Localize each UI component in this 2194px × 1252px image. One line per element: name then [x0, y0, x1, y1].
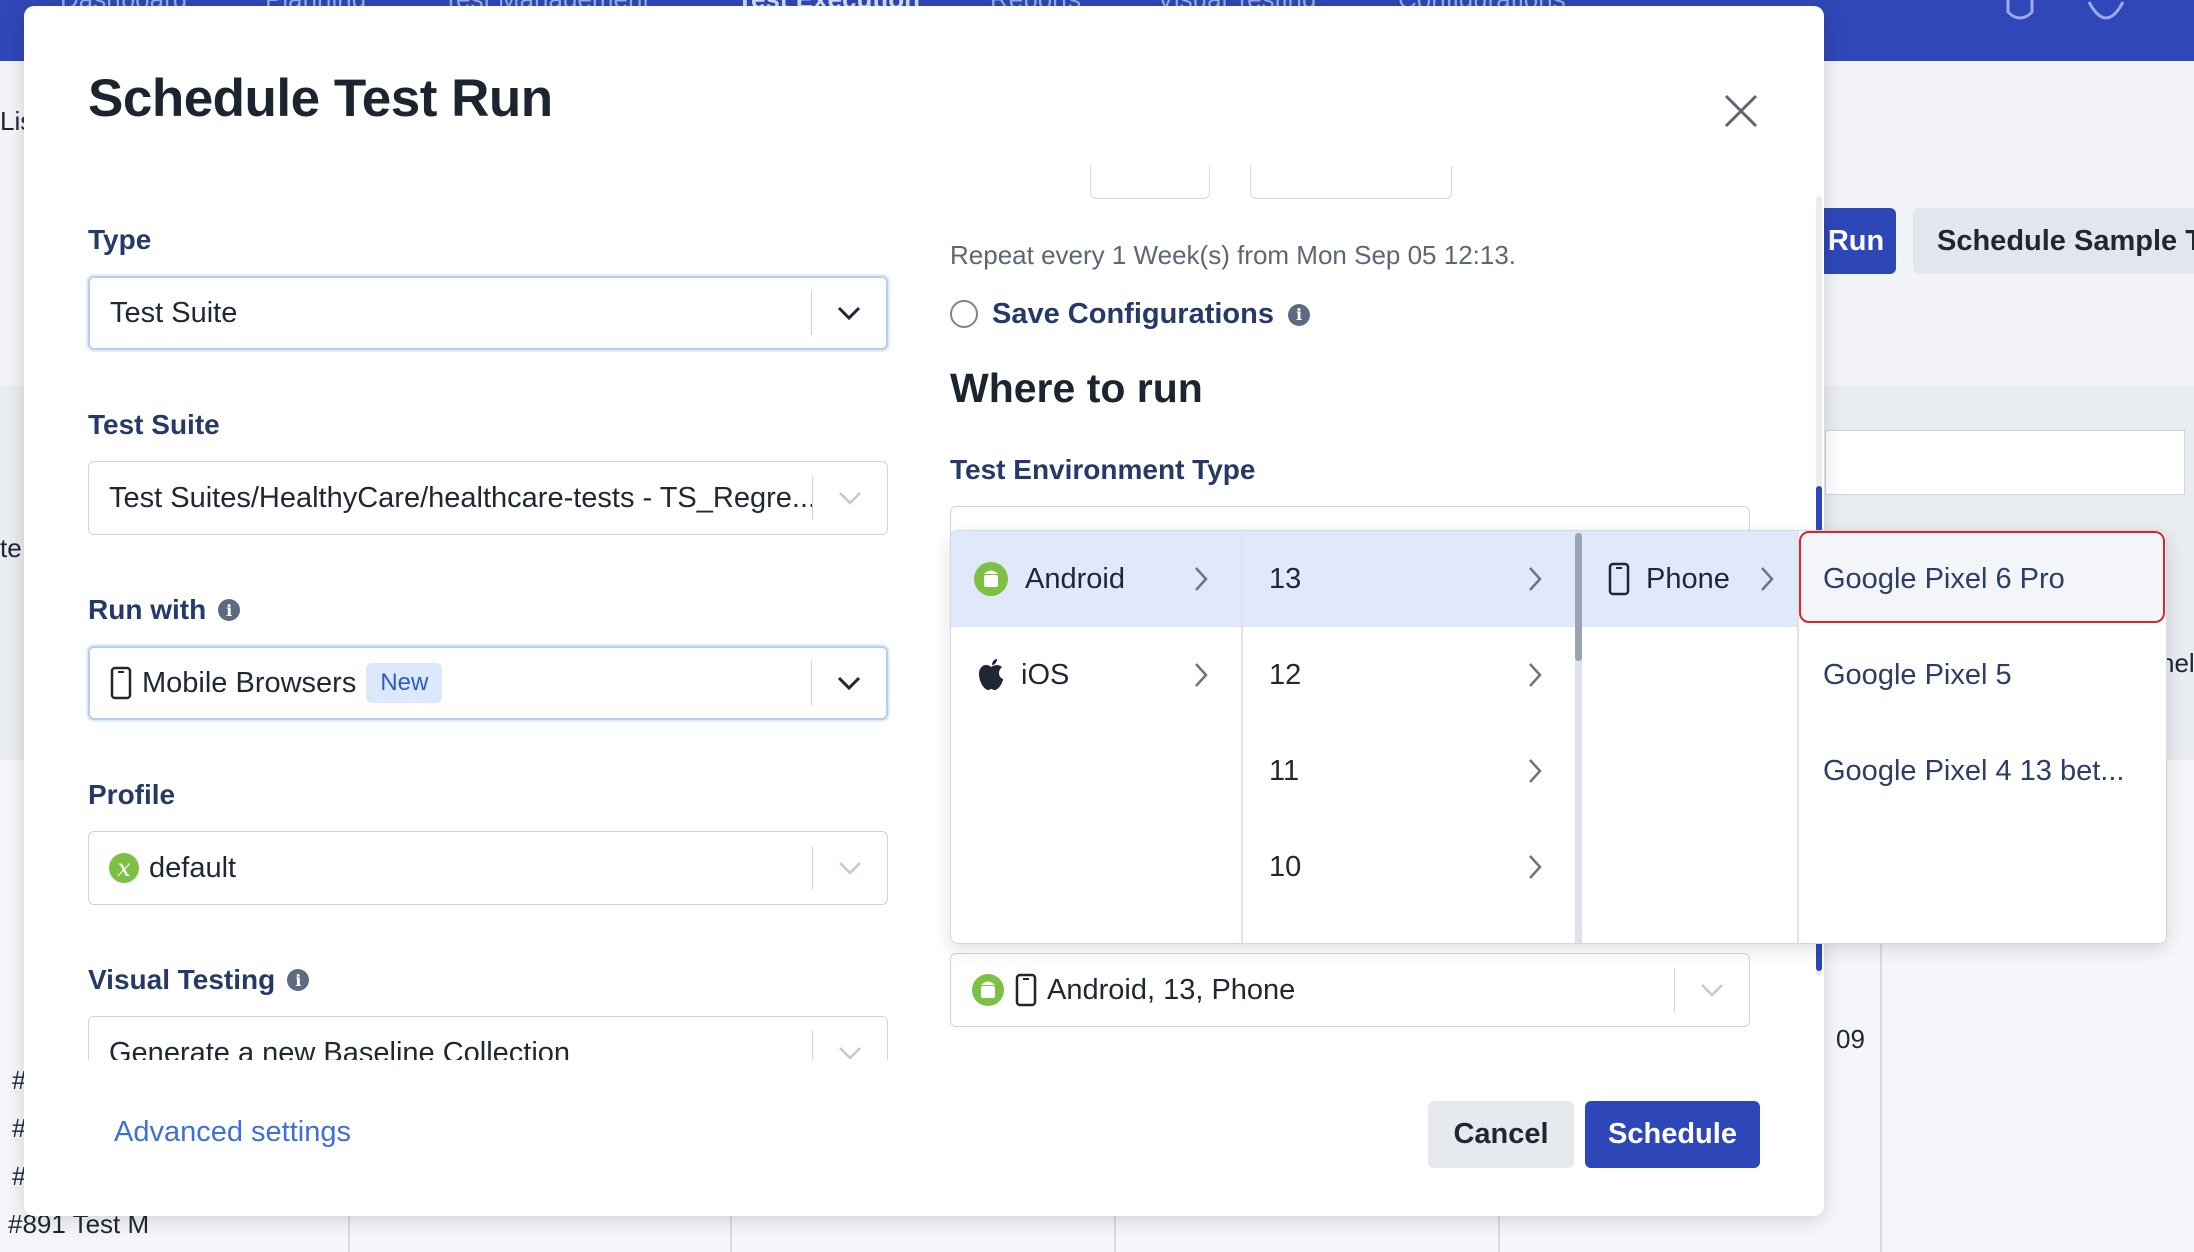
cancel-button[interactable]: Cancel — [1428, 1101, 1574, 1168]
mobile-phone-icon — [1015, 973, 1037, 1007]
visual-testing-clip: Generate a new Baseline Collection — [88, 1016, 888, 1060]
device-type-option-phone[interactable]: Phone — [1582, 531, 1797, 627]
chevron-right-icon — [1529, 855, 1542, 879]
run-with-select[interactable]: Mobile Browsers New — [88, 646, 888, 720]
environment-cascader: Android iOS 13 12 11 10 Phone Google Pix… — [950, 530, 2167, 944]
where-to-run-heading: Where to run — [950, 365, 1203, 411]
version-column-scrollbar-thumb[interactable] — [1575, 533, 1582, 661]
chevron-down-icon — [837, 306, 861, 321]
chevron-right-icon — [1529, 567, 1542, 591]
advanced-settings-link[interactable]: Advanced settings — [114, 1116, 351, 1149]
partial-input[interactable] — [1090, 166, 1210, 199]
profile-label: Profile — [88, 779, 176, 810]
mobile-phone-icon — [1608, 562, 1630, 596]
version-column: 13 12 11 10 — [1243, 531, 1575, 943]
visual-testing-value: Generate a new Baseline Collection — [109, 1036, 571, 1061]
test-environment-type-label: Test Environment Type — [950, 454, 1256, 485]
test-suite-select[interactable]: Test Suites/HealthyCare/healthcare-tests… — [88, 461, 888, 535]
chevron-down-icon — [839, 862, 861, 875]
chevron-right-icon — [1761, 567, 1774, 591]
chevron-right-icon — [1529, 663, 1542, 687]
version-option[interactable]: 10 — [1243, 819, 1575, 915]
visual-testing-select[interactable]: Generate a new Baseline Collection — [88, 1016, 888, 1060]
background-schedule-sample-button[interactable]: Schedule Sample Te — [1913, 208, 2194, 274]
device-column: Google Pixel 6 Pro Google Pixel 5 Google… — [1799, 531, 2165, 943]
run-with-label: Run with i — [88, 594, 241, 626]
device-option-pixel-4[interactable]: Google Pixel 4 13 bet... — [1799, 723, 2165, 819]
chevron-right-icon — [1529, 759, 1542, 783]
apple-icon — [979, 659, 1003, 690]
version-option[interactable]: 11 — [1243, 723, 1575, 819]
device-option-pixel-6-pro[interactable]: Google Pixel 6 Pro — [1799, 531, 2165, 627]
device-type-column: Phone — [1582, 531, 1797, 943]
save-configurations-label[interactable]: Save Configurations i — [992, 298, 1310, 331]
modal-title: Schedule Test Run — [88, 69, 553, 128]
type-select[interactable]: Test Suite — [88, 276, 888, 350]
visual-testing-label: Visual Testing i — [88, 964, 310, 996]
schedule-button[interactable]: Schedule — [1585, 1101, 1760, 1168]
chevron-down-icon — [1701, 984, 1723, 997]
android-icon — [972, 974, 1004, 1006]
background-fragment-te: te — [0, 533, 22, 563]
info-icon[interactable]: i — [287, 969, 310, 991]
android-icon — [974, 562, 1008, 596]
info-icon[interactable]: i — [218, 599, 241, 621]
close-button[interactable] — [1716, 86, 1766, 136]
info-icon[interactable]: i — [1288, 303, 1310, 326]
test-suite-label: Test Suite — [88, 409, 220, 440]
chevron-down-icon — [839, 492, 861, 505]
environment-select[interactable]: Android, 13, Phone — [950, 953, 1750, 1027]
background-run-button[interactable]: Run — [1816, 208, 1896, 274]
run-with-value: Mobile Browsers — [142, 666, 357, 699]
new-badge: New — [366, 663, 443, 703]
type-value: Test Suite — [110, 296, 238, 329]
mobile-phone-icon — [110, 666, 132, 700]
profile-x-icon: x — [109, 853, 139, 883]
type-label: Type — [88, 224, 152, 255]
bell-icon[interactable] — [2000, 0, 2040, 24]
history-icon[interactable] — [2085, 0, 2127, 26]
platform-option-ios[interactable]: iOS — [951, 627, 1241, 723]
environment-value: Android, 13, Phone — [1047, 973, 1296, 1006]
background-input — [1825, 430, 2185, 495]
profile-select[interactable]: x default — [88, 831, 888, 905]
repeat-summary: Repeat every 1 Week(s) from Mon Sep 05 1… — [950, 240, 1517, 270]
chevron-down-icon — [839, 1047, 861, 1060]
test-suite-value: Test Suites/HealthyCare/healthcare-tests… — [109, 481, 812, 514]
save-configurations-radio[interactable] — [950, 300, 978, 328]
device-option-pixel-5[interactable]: Google Pixel 5 — [1799, 627, 2165, 723]
background-date-number: 09 — [1836, 1024, 1865, 1054]
version-option[interactable]: 12 — [1243, 627, 1575, 723]
version-option[interactable]: 13 — [1243, 531, 1575, 627]
chevron-right-icon — [1195, 663, 1208, 687]
chevron-down-icon — [837, 676, 861, 691]
platform-column: Android iOS — [951, 531, 1241, 943]
profile-value: default — [149, 851, 237, 884]
close-icon — [1724, 94, 1758, 128]
chevron-right-icon — [1195, 567, 1208, 591]
platform-option-android[interactable]: Android — [951, 531, 1241, 627]
partial-input[interactable] — [1250, 166, 1452, 199]
